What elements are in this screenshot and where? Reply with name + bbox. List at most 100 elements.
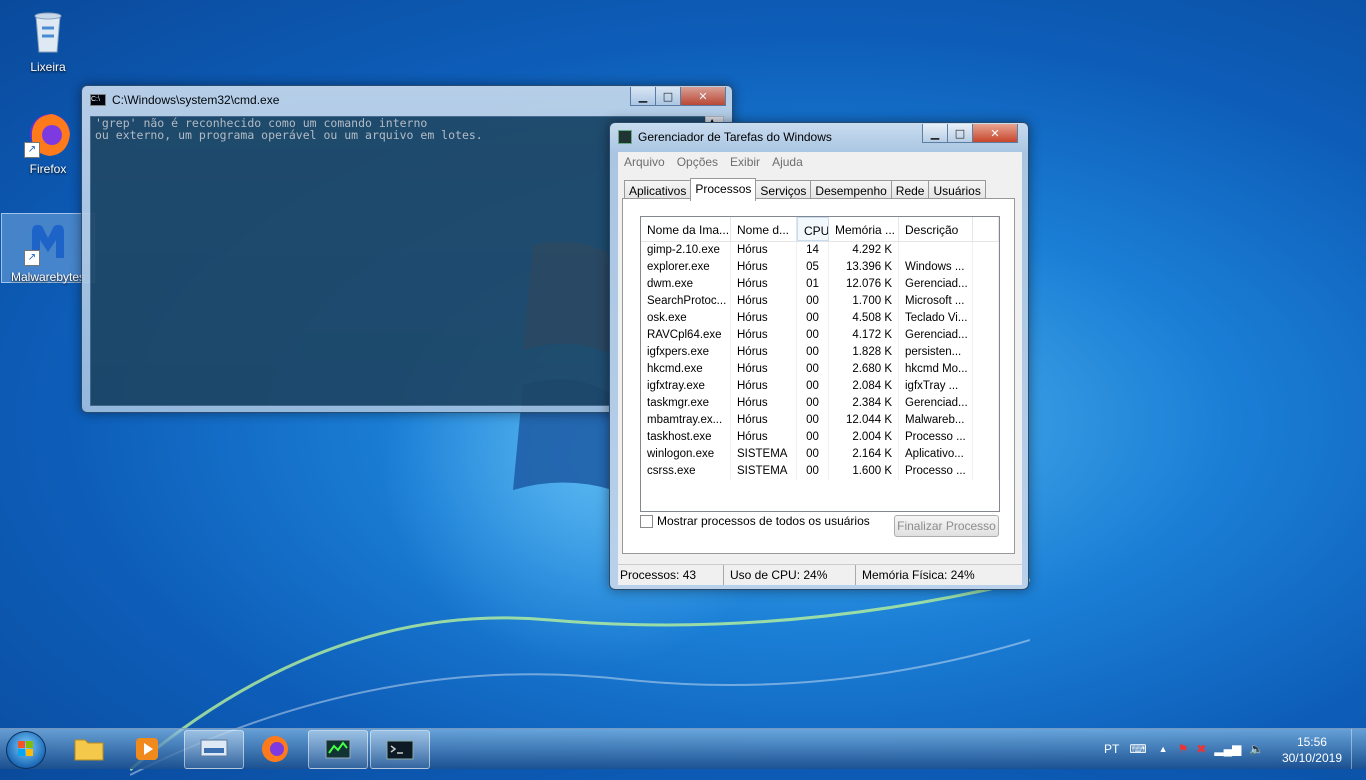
- column-description[interactable]: Descrição: [899, 217, 973, 241]
- cell-cpu: 00: [797, 361, 829, 378]
- cell-user-name: Hórus: [731, 344, 797, 361]
- cell-user-name: Hórus: [731, 429, 797, 446]
- cell-image-name: SearchProtoc...: [641, 293, 731, 310]
- menu-exibir[interactable]: Exibir: [724, 155, 766, 169]
- cell-user-name: Hórus: [731, 361, 797, 378]
- cell-description: Teclado Vi...: [899, 310, 973, 327]
- cell-description: Processo ...: [899, 429, 973, 446]
- action-center-icon[interactable]: ⚑: [1178, 742, 1189, 756]
- cell-spacer: [973, 327, 999, 344]
- cell-spacer: [973, 463, 999, 480]
- clock-date: 30/10/2019: [1281, 751, 1342, 765]
- language-indicator[interactable]: PT: [1104, 742, 1119, 756]
- cell-description: Gerenciad...: [899, 327, 973, 344]
- cell-description: Gerenciad...: [899, 395, 973, 412]
- task-manager-window[interactable]: Gerenciador de Tarefas do Windows ▁ □ ✕ …: [609, 122, 1029, 590]
- task-manager-title: Gerenciador de Tarefas do Windows: [638, 130, 832, 144]
- cell-user-name: SISTEMA: [731, 463, 797, 480]
- keyboard-icon: [200, 739, 228, 756]
- cell-user-name: Hórus: [731, 395, 797, 412]
- show-all-processes-checkbox[interactable]: Mostrar processos de todos os usuários: [640, 514, 870, 528]
- minimize-button[interactable]: ▁: [922, 124, 948, 143]
- table-row[interactable]: csrss.exe SISTEMA 00 1.600 K Processo ...: [641, 463, 999, 480]
- malwarebytes-tray-icon[interactable]: ✖: [1196, 742, 1206, 756]
- cell-spacer: [973, 310, 999, 327]
- show-desktop-button[interactable]: [1351, 729, 1366, 769]
- status-processes: Processos: 43: [618, 565, 724, 585]
- cell-memory: 1.700 K: [829, 293, 899, 310]
- menu-ajuda[interactable]: Ajuda: [766, 155, 809, 169]
- taskbar-task-manager[interactable]: [308, 730, 368, 769]
- table-row[interactable]: mbamtray.ex... Hórus 00 12.044 K Malwareb...: [641, 412, 999, 429]
- cell-image-name: osk.exe: [641, 310, 731, 327]
- table-row[interactable]: taskmgr.exe Hórus 00 2.384 K Gerenciad...: [641, 395, 999, 412]
- table-row[interactable]: gimp-2.10.exe Hórus 14 4.292 K: [641, 242, 999, 259]
- start-button[interactable]: [6, 731, 46, 769]
- tab-processos[interactable]: Processos: [690, 178, 757, 201]
- firefox-icon: ↗: [24, 110, 72, 158]
- taskbar-osk[interactable]: [184, 730, 244, 769]
- column-memory[interactable]: Memória ...: [829, 217, 899, 241]
- process-list[interactable]: Nome da Ima... Nome d... CPU Memória ...…: [640, 216, 1000, 512]
- column-user-name[interactable]: Nome d...: [731, 217, 797, 241]
- checkbox-box[interactable]: [640, 514, 653, 528]
- cell-memory: 2.004 K: [829, 429, 899, 446]
- recycle-bin-icon: [24, 8, 72, 56]
- system-tray: PT ⌨ ▲ ⚑ ✖ ▂▄▆ 🔈: [1104, 729, 1264, 769]
- cell-cpu: 00: [797, 446, 829, 463]
- column-cpu[interactable]: CPU: [797, 217, 829, 241]
- clock[interactable]: 15:56 30/10/2019: [1282, 734, 1342, 766]
- cell-description: hkcmd Mo...: [899, 361, 973, 378]
- cell-image-name: RAVCpl64.exe: [641, 327, 731, 344]
- table-row[interactable]: SearchProtoc... Hórus 00 1.700 K Microsoft .…: [641, 293, 999, 310]
- cell-cpu: 05: [797, 259, 829, 276]
- table-row[interactable]: winlogon.exe SISTEMA 00 2.164 K Aplicativo..…: [641, 446, 999, 463]
- table-row[interactable]: RAVCpl64.exe Hórus 00 4.172 K Gerenciad...: [641, 327, 999, 344]
- cmd-titlebar[interactable]: C:\ C:\Windows\system32\cmd.exe: [90, 86, 724, 114]
- table-row[interactable]: osk.exe Hórus 00 4.508 K Teclado Vi...: [641, 310, 999, 327]
- cell-user-name: Hórus: [731, 242, 797, 259]
- taskbar-explorer[interactable]: [60, 730, 118, 767]
- taskbar-cmd[interactable]: [370, 730, 430, 769]
- folder-icon: [74, 739, 104, 760]
- volume-icon[interactable]: 🔈: [1249, 742, 1264, 756]
- taskbar-media-player[interactable]: [118, 730, 176, 767]
- cell-spacer: [973, 395, 999, 412]
- keyboard-layout-icon[interactable]: ⌨: [1129, 742, 1146, 756]
- menu-opcoes[interactable]: Opções: [671, 155, 724, 169]
- network-signal-icon[interactable]: ▂▄▆: [1214, 742, 1241, 756]
- cell-cpu: 00: [797, 395, 829, 412]
- cell-cpu: 00: [797, 412, 829, 429]
- cell-spacer: [973, 293, 999, 310]
- table-row[interactable]: igfxpers.exe Hórus 00 1.828 Kpersisten...: [641, 344, 999, 361]
- table-row[interactable]: taskhost.exe Hórus 00 2.004 K Processo ...: [641, 429, 999, 446]
- process-rows: gimp-2.10.exe Hórus 14 4.292 Kexplorer.exe H…: [641, 242, 999, 480]
- cell-cpu: 14: [797, 242, 829, 259]
- cell-image-name: taskhost.exe: [641, 429, 731, 446]
- end-process-button[interactable]: Finalizar Processo: [894, 515, 999, 537]
- cell-cpu: 00: [797, 293, 829, 310]
- maximize-button[interactable]: □: [655, 87, 681, 106]
- table-row[interactable]: dwm.exe Hórus 01 12.076 K Gerenciad...: [641, 276, 999, 293]
- cell-description: Microsoft ...: [899, 293, 973, 310]
- table-row[interactable]: igfxtray.exe Hórus 00 2.084 KigfxTray ...: [641, 378, 999, 395]
- cell-memory: 1.600 K: [829, 463, 899, 480]
- show-hidden-icons-icon[interactable]: ▲: [1159, 744, 1168, 754]
- table-row[interactable]: hkcmd.exe Hórus 00 2.680 Khkcmd Mo...: [641, 361, 999, 378]
- maximize-button[interactable]: □: [947, 124, 973, 143]
- desktop-icon-firefox[interactable]: ↗ Firefox: [9, 110, 87, 176]
- close-button[interactable]: ✕: [972, 124, 1018, 143]
- minimize-button[interactable]: ▁: [630, 87, 656, 106]
- cell-user-name: Hórus: [731, 276, 797, 293]
- close-button[interactable]: ✕: [680, 87, 726, 106]
- desktop-icon-recycle-bin[interactable]: Lixeira: [9, 8, 87, 74]
- menu-arquivo[interactable]: Arquivo: [618, 155, 671, 169]
- cell-memory: 12.044 K: [829, 412, 899, 429]
- cell-spacer: [973, 446, 999, 463]
- taskbar-firefox[interactable]: [246, 730, 304, 767]
- table-row[interactable]: explorer.exe Hórus 05 13.396 K Windows ...: [641, 259, 999, 276]
- column-image-name[interactable]: Nome da Ima...: [641, 217, 731, 241]
- cell-user-name: Hórus: [731, 293, 797, 310]
- status-memory: Memória Física: 24%: [862, 568, 975, 582]
- media-player-icon: [136, 737, 158, 760]
